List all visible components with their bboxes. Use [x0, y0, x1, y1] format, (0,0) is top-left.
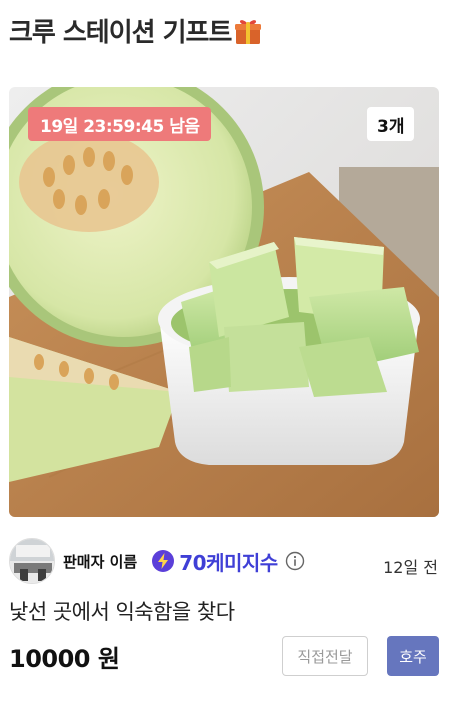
quantity-badge: 3개 — [367, 107, 415, 141]
page-header: 크루 스테이션 기프트 — [9, 12, 263, 49]
direct-delivery-tag[interactable]: 직접전달 — [282, 636, 368, 676]
chemistry-score: 70케미지수 — [179, 550, 278, 575]
seller-name[interactable]: 판매자 이름 — [63, 551, 137, 572]
price: 10000 원 — [9, 645, 120, 673]
post-title[interactable]: 낯선 곳에서 익숙함을 찾다 — [9, 596, 235, 626]
avatar[interactable] — [9, 538, 55, 584]
gift-icon — [233, 16, 263, 46]
product-image[interactable] — [9, 87, 439, 517]
lightning-bolt-icon — [151, 549, 175, 573]
page-title: 크루 스테이션 기프트 — [9, 18, 232, 48]
posted-time: 12일 전 — [383, 558, 438, 577]
country-tag[interactable]: 호주 — [387, 636, 439, 676]
time-left-badge: 19일 23:59:45 남음 — [28, 107, 212, 141]
info-circle-icon[interactable] — [285, 551, 305, 571]
seller-row: 판매자 이름 70케미지수 12일 전 — [9, 538, 441, 584]
